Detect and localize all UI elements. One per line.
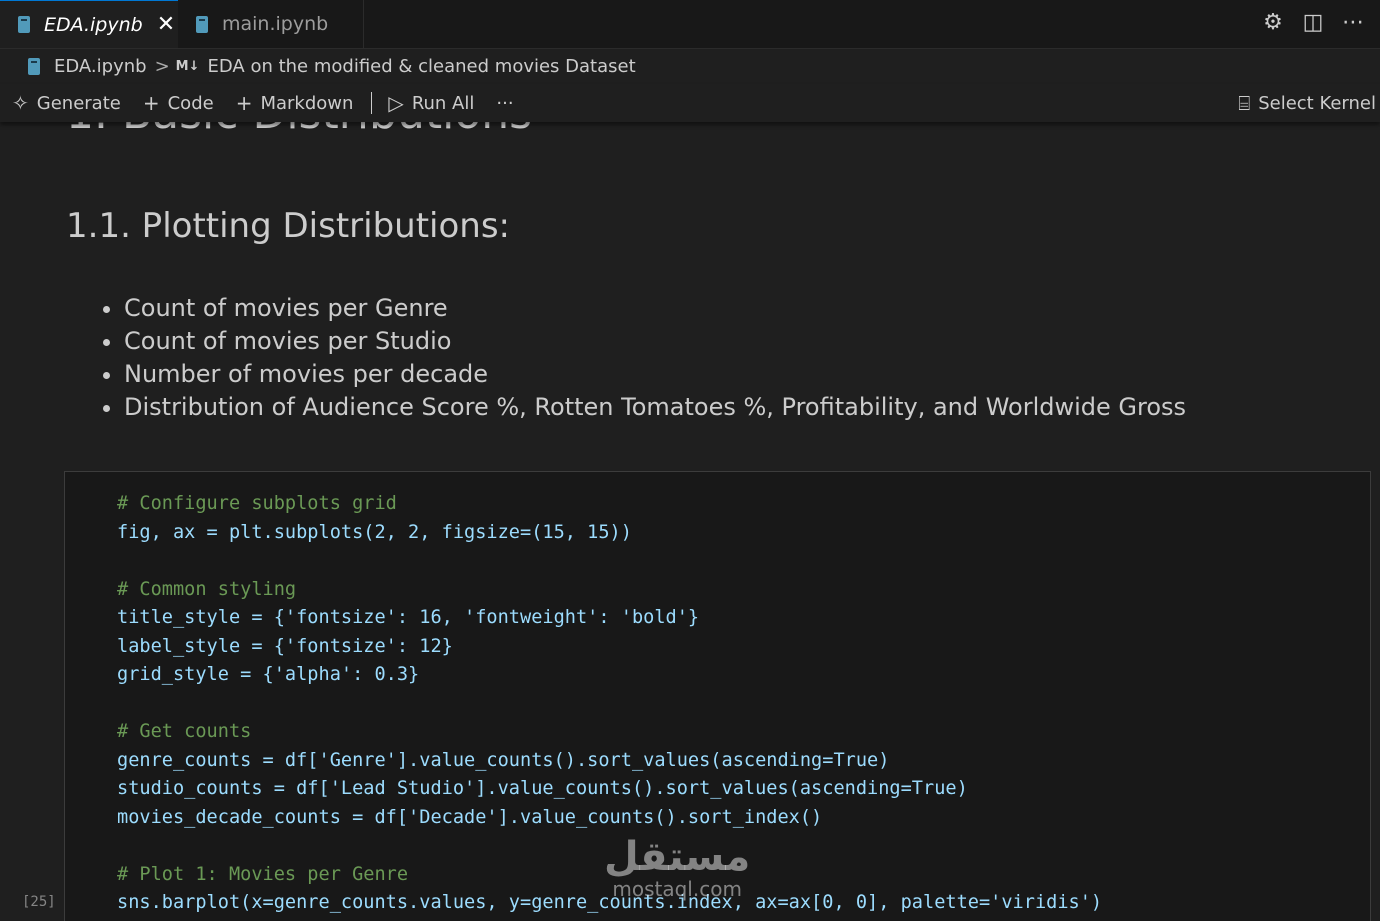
add-markdown-cell-button[interactable]: + Markdown <box>236 91 354 115</box>
markdown-heading-1: 1. Basic Distributions <box>66 122 532 139</box>
code-label: Code <box>167 92 214 114</box>
code-line: movies_decade_counts = df['Decade'].valu… <box>117 806 823 828</box>
list-item: Number of movies per decade <box>124 358 1186 391</box>
plus-icon: + <box>235 91 253 115</box>
notebook-toolbar: ✧ Generate + Code + Markdown ▷ Run All ·… <box>0 84 1380 122</box>
list-item: Count of movies per Genre <box>124 292 1186 325</box>
list-item: Count of movies per Studio <box>124 325 1186 358</box>
tab-bar: EDA.ipynb ✕ main.ipynb ⚙ ◫ ⋯ <box>0 0 1380 49</box>
ellipsis-icon[interactable]: ⋯ <box>1340 10 1366 35</box>
toolbar-divider <box>371 92 373 114</box>
ellipsis-icon: ··· <box>496 92 514 114</box>
code-line: fig, ax = plt.subplots(2, 2, figsize=(15… <box>117 521 632 543</box>
markdown-heading-2: 1.1. Plotting Distributions: <box>66 206 511 246</box>
tab-label: main.ipynb <box>222 13 329 35</box>
tab-main-ipynb[interactable]: main.ipynb <box>178 0 364 48</box>
breadcrumb: EDA.ipynb > M↓ EDA on the modified & cle… <box>0 48 1380 84</box>
markdown-bullet-list: Count of movies per Genre Count of movie… <box>66 292 1186 424</box>
split-layout-icon[interactable]: ◫ <box>1300 10 1326 35</box>
code-line: # Plot 1: Movies per Genre <box>117 863 409 885</box>
breadcrumb-section[interactable]: EDA on the modified & cleaned movies Dat… <box>208 56 636 77</box>
execution-count: [25] <box>22 894 56 910</box>
notebook-icon <box>28 57 40 75</box>
notebook-content[interactable]: 1. Basic Distributions 1.1. Plotting Dis… <box>0 122 1380 921</box>
code-line: genre_counts = df['Genre'].value_counts(… <box>117 749 890 771</box>
watermark-arabic: مستقل <box>604 834 751 880</box>
tab-eda-ipynb[interactable]: EDA.ipynb ✕ <box>0 0 178 48</box>
sparkle-icon: ✧ <box>12 91 29 115</box>
add-code-cell-button[interactable]: + Code <box>143 91 214 115</box>
markdown-label: Markdown <box>260 92 354 114</box>
markdown-icon: M↓ <box>175 58 200 74</box>
select-kernel-button[interactable]: ⌸ Select Kernel <box>1238 84 1376 122</box>
code-line: grid_style = {'alpha': 0.3} <box>117 664 420 685</box>
generate-label: Generate <box>36 92 121 114</box>
code-line: title_style = {'fontsize': 16, 'fontweig… <box>117 607 700 628</box>
generate-button[interactable]: ✧ Generate <box>12 91 121 115</box>
code-line: studio_counts = df['Lead Studio'].value_… <box>117 778 968 799</box>
run-all-button[interactable]: ▷ Run All <box>388 91 474 115</box>
code-line: label_style = {'fontsize': 12} <box>117 635 453 657</box>
tab-label: EDA.ipynb <box>44 13 143 36</box>
gear-icon[interactable]: ⚙ <box>1260 10 1286 35</box>
list-item: Distribution of Audience Score %, Rotten… <box>124 391 1186 424</box>
watermark-latin: mostaql.com <box>612 877 742 901</box>
run-all-label: Run All <box>411 92 475 114</box>
close-icon[interactable]: ✕ <box>157 12 175 37</box>
more-actions-button[interactable]: ··· <box>496 93 513 114</box>
editor-actions: ⚙ ◫ ⋯ <box>1260 10 1366 35</box>
code-line: # Get counts <box>117 721 252 742</box>
run-all-icon: ▷ <box>388 91 404 115</box>
notebook-icon <box>196 15 208 33</box>
notebook-icon <box>18 16 30 33</box>
code-line: # Configure subplots grid <box>117 493 397 514</box>
plus-icon: + <box>142 91 160 115</box>
select-kernel-label: Select Kernel <box>1258 92 1376 114</box>
kernel-icon: ⌸ <box>1238 91 1251 115</box>
code-line: # Common styling <box>117 578 297 600</box>
breadcrumb-file[interactable]: EDA.ipynb <box>54 56 147 77</box>
watermark: مستقل mostaql.com <box>604 836 750 900</box>
breadcrumb-separator: > <box>154 55 170 77</box>
